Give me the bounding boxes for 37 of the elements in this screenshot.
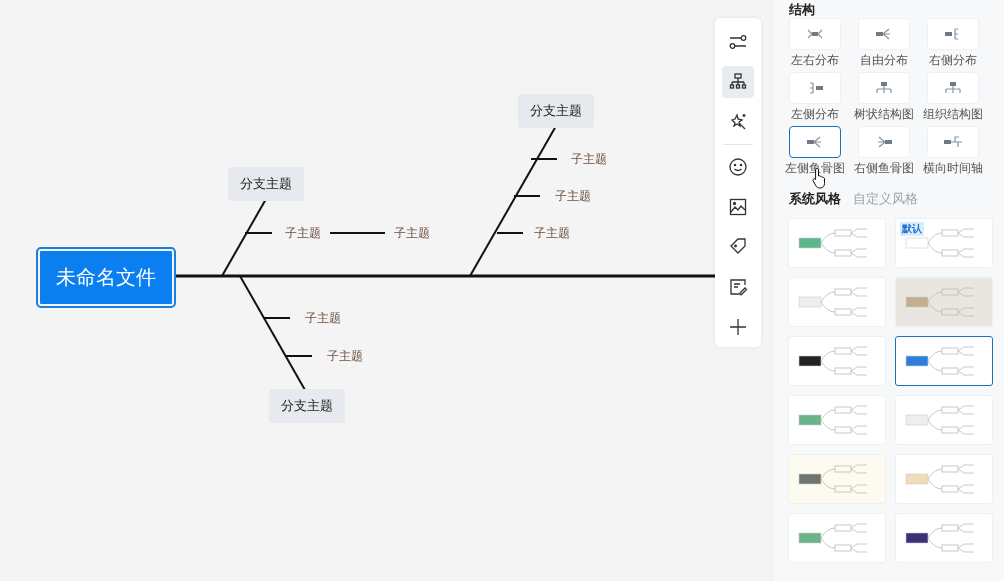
structure-label: 右侧分布 bbox=[929, 53, 977, 68]
structure-label: 组织结构图 bbox=[923, 107, 983, 122]
structure-option[interactable] bbox=[789, 126, 841, 158]
section-title: 结构 bbox=[789, 1, 816, 18]
subtopic[interactable]: 子主题 bbox=[285, 224, 321, 242]
layout-icon bbox=[942, 81, 964, 95]
structure-label: 左侧分布 bbox=[791, 107, 839, 122]
subtopic[interactable]: 子主题 bbox=[327, 347, 363, 365]
plus-icon bbox=[728, 317, 748, 337]
structure-label: 左右分布 bbox=[791, 53, 839, 68]
default-badge: 默认 bbox=[900, 222, 924, 236]
layout-icon bbox=[873, 81, 895, 95]
structure-tool-button[interactable] bbox=[722, 66, 754, 98]
subtopic[interactable]: 子主题 bbox=[555, 187, 591, 205]
smiley-icon bbox=[728, 157, 748, 177]
org-chart-icon bbox=[728, 72, 748, 92]
style-tab[interactable]: 系统风格 bbox=[789, 190, 841, 208]
branch-topic[interactable]: 分支主题 bbox=[269, 389, 345, 423]
magic-wand-icon bbox=[728, 112, 748, 132]
edit-note-icon bbox=[728, 277, 748, 297]
branch-topic[interactable]: 分支主题 bbox=[228, 167, 304, 201]
image-icon bbox=[728, 197, 748, 217]
sliders-icon bbox=[728, 32, 748, 52]
structure-label: 自由分布 bbox=[860, 53, 908, 68]
subtopic[interactable]: 子主题 bbox=[571, 150, 607, 168]
layout-icon bbox=[942, 135, 964, 149]
subtopic[interactable]: 子主题 bbox=[305, 309, 341, 327]
connector-line bbox=[329, 232, 386, 234]
structure-label: 树状结构图 bbox=[854, 107, 914, 122]
branch-topic[interactable]: 分支主题 bbox=[518, 94, 594, 128]
style-thumbnail[interactable] bbox=[895, 336, 993, 386]
style-thumbnail[interactable]: 默认 bbox=[895, 218, 993, 268]
subtopic[interactable]: 子主题 bbox=[534, 224, 570, 242]
subtopic[interactable]: 子主题 bbox=[394, 224, 430, 242]
structure-label: 横向时间轴 bbox=[923, 161, 983, 176]
structure-label: 右侧鱼骨图 bbox=[854, 161, 914, 176]
root-topic[interactable]: 未命名文件 bbox=[36, 247, 176, 308]
